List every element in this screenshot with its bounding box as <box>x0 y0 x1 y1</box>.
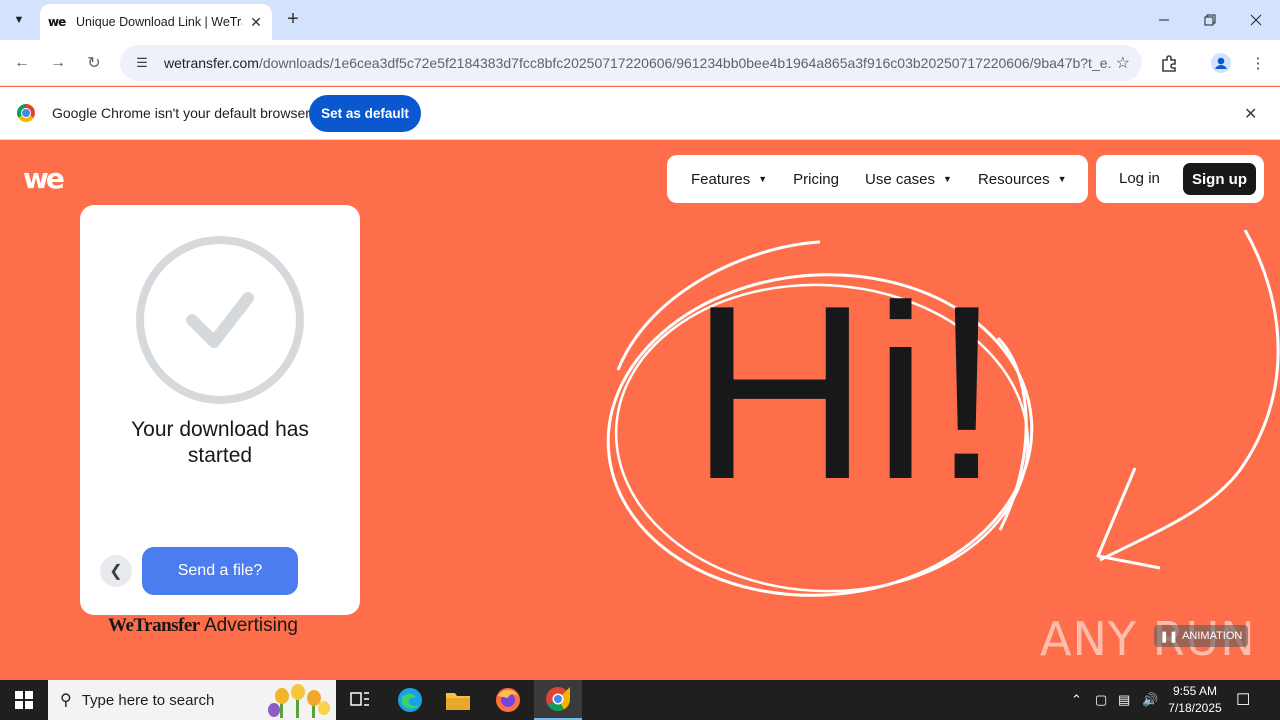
download-started-message: Your download has started <box>131 418 309 467</box>
signup-button[interactable]: Sign up <box>1183 163 1256 195</box>
menu-kebab-icon[interactable]: ⋮ <box>1245 50 1271 76</box>
active-tab[interactable]: we Unique Download Link | WeTransfer ✕ <box>40 4 272 40</box>
login-link[interactable]: Log in <box>1119 170 1160 187</box>
chrome-logo-icon <box>17 104 35 122</box>
windows-taskbar: ⚲ Type here to search ⌃ ▢ ▤ 🔊 9:55 AM 7/… <box>0 680 1280 720</box>
tab-title: Unique Download Link | WeTransfer <box>76 15 242 29</box>
forward-button[interactable]: → <box>43 48 73 78</box>
firefox-icon <box>496 688 520 712</box>
minimize-button[interactable] <box>1141 6 1187 34</box>
wetransfer-page: we Features ▼ Pricing Use cases ▼ Resource… <box>0 140 1280 680</box>
extensions-icon[interactable] <box>1156 50 1182 76</box>
default-browser-infobar: Google Chrome isn't your default browser… <box>0 87 1280 140</box>
taskbar-search-placeholder: Type here to search <box>81 691 215 709</box>
start-button[interactable] <box>0 680 48 720</box>
wetransfer-advertising-link[interactable]: WeTransfer Advertising <box>108 615 298 637</box>
infobar-close-icon[interactable]: ✕ <box>1244 104 1257 124</box>
chrome-icon <box>546 687 570 712</box>
close-icon <box>1250 14 1262 26</box>
search-icon: ⚲ <box>60 692 72 709</box>
edge-icon <box>398 688 422 712</box>
restore-button[interactable] <box>1187 6 1233 34</box>
minimize-icon <box>1159 19 1169 21</box>
site-settings-icon[interactable]: ☰ <box>132 53 152 73</box>
tab-search-button[interactable]: ▼ <box>7 8 31 32</box>
nav-resources[interactable]: Resources ▼ <box>978 171 1067 188</box>
new-tab-button[interactable]: + <box>282 9 304 31</box>
notifications-icon[interactable]: ☐ <box>1236 690 1250 710</box>
card-back-button[interactable]: ❮ <box>100 555 132 587</box>
edge-taskbar-button[interactable] <box>386 680 434 720</box>
chevron-left-icon: ❮ <box>109 563 123 580</box>
chevron-up-icon: ⌃ <box>1071 692 1082 707</box>
infobar-message: Google Chrome isn't your default browser <box>52 105 310 121</box>
task-view-icon <box>350 692 369 706</box>
wetransfer-logo[interactable]: we <box>23 164 65 194</box>
chevron-down-icon: ▼ <box>13 14 25 26</box>
network-icon[interactable]: ▤ <box>1118 680 1130 720</box>
bookmark-star-icon[interactable]: ☆ <box>1116 53 1130 73</box>
folder-icon <box>446 693 470 710</box>
browser-toolbar: ← → ↻ ☰ wetransfer.com/downloads/1e6cea3… <box>0 40 1280 86</box>
windows-logo-icon <box>15 691 33 709</box>
url-text: wetransfer.com/downloads/1e6cea3df5c72e5… <box>164 55 1110 71</box>
chrome-taskbar-button[interactable] <box>534 680 582 720</box>
browser-tab-bar: ▼ we Unique Download Link | WeTransfer ✕… <box>0 0 1280 40</box>
file-explorer-taskbar-button[interactable] <box>434 680 482 720</box>
send-a-file-button[interactable]: Send a file? <box>142 547 298 595</box>
pause-icon: ❚❚ <box>1159 630 1179 643</box>
taskbar-search-box[interactable]: ⚲ Type here to search <box>48 680 336 720</box>
nav-use-cases[interactable]: Use cases ▼ <box>865 171 952 188</box>
device-tray-icon[interactable]: ▢ <box>1095 680 1107 720</box>
volume-icon[interactable]: 🔊 <box>1142 680 1158 720</box>
address-bar[interactable]: ☰ wetransfer.com/downloads/1e6cea3df5c72… <box>120 45 1142 81</box>
hi-headline: Hi! <box>690 253 1006 531</box>
restore-icon <box>1204 14 1216 26</box>
close-tab-icon[interactable]: ✕ <box>248 14 264 30</box>
back-button[interactable]: ← <box>7 48 37 78</box>
arrow-right-icon: → <box>50 54 66 71</box>
nav-pricing[interactable]: Pricing <box>793 171 839 188</box>
set-as-default-button[interactable]: Set as default <box>309 95 421 132</box>
auth-nav: Log in Sign up <box>1096 155 1264 203</box>
checkmark-circle-icon <box>136 236 304 404</box>
reload-icon: ↻ <box>87 55 101 72</box>
firefox-taskbar-button[interactable] <box>484 680 532 720</box>
download-status-card: Your download has started ❮ Send a file? <box>80 205 360 615</box>
site-nav: Features ▼ Pricing Use cases ▼ Resources ▼ <box>667 155 1088 203</box>
animation-toggle-button[interactable]: ❚❚ ANIMATION <box>1154 625 1248 647</box>
chevron-down-icon: ▼ <box>1057 174 1067 184</box>
tulips-search-decoration-icon <box>268 684 330 718</box>
nav-features[interactable]: Features ▼ <box>691 171 767 188</box>
reload-button[interactable]: ↻ <box>79 48 109 78</box>
taskbar-clock[interactable]: 9:55 AM 7/18/2025 <box>1160 683 1230 717</box>
arrow-left-icon: ← <box>14 54 30 71</box>
wetransfer-favicon-icon: we <box>48 15 66 29</box>
chevron-down-icon: ▼ <box>943 174 952 184</box>
show-hidden-icons-button[interactable]: ⌃ <box>1071 680 1082 720</box>
chevron-down-icon: ▼ <box>758 174 768 184</box>
close-window-button[interactable] <box>1233 6 1279 34</box>
task-view-button[interactable] <box>336 680 384 720</box>
profile-avatar-icon[interactable] <box>1208 50 1234 76</box>
